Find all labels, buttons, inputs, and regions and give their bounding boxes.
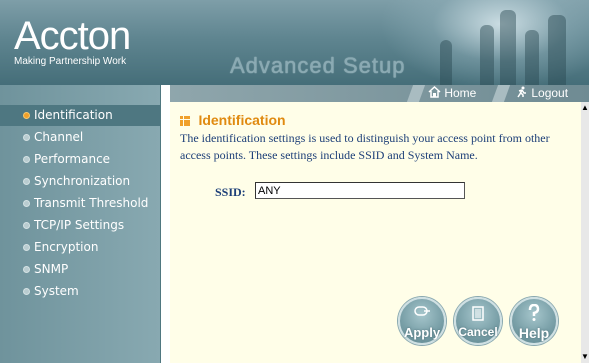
top-toolbar: Home Logout <box>170 85 589 102</box>
bullet-icon <box>23 178 30 185</box>
grid-icon <box>180 116 190 126</box>
sidebar-item-identification[interactable]: Identification <box>0 105 160 126</box>
sidebar-item-system[interactable]: System <box>0 281 160 302</box>
cancel-button[interactable]: Cancel <box>454 297 502 345</box>
brand-name: Accton <box>14 14 131 58</box>
sidebar-item-label: Encryption <box>34 240 99 254</box>
sidebar-item-synchronization[interactable]: Synchronization <box>0 171 160 192</box>
sidebar-item-label: SNMP <box>34 262 69 276</box>
logout-link[interactable]: Logout <box>516 85 568 102</box>
banner-figure <box>500 10 516 85</box>
home-label: Home <box>444 86 477 100</box>
apply-button[interactable]: Apply <box>398 297 446 345</box>
bullet-icon <box>23 222 30 229</box>
banner-figure <box>525 30 539 85</box>
sidebar-item-label: Transmit Threshold <box>34 196 149 210</box>
brand-tagline: Making Partnership Work <box>14 56 127 67</box>
help-label: Help <box>518 325 550 341</box>
sidebar-item-channel[interactable]: Channel <box>0 127 160 148</box>
toolbar-divider <box>491 85 511 102</box>
bullet-icon <box>23 288 30 295</box>
apply-label: Apply <box>403 325 441 340</box>
sidebar-item-encryption[interactable]: Encryption <box>0 237 160 258</box>
cancel-label: Cancel <box>458 325 498 339</box>
sidebar-item-label: Channel <box>34 130 84 144</box>
sidebar-item-label: Performance <box>34 152 111 166</box>
banner-figure <box>548 15 566 85</box>
toolbar-divider <box>406 85 426 102</box>
bullet-icon <box>23 112 30 119</box>
trash-icon <box>472 306 484 321</box>
page-title: Identification <box>198 112 286 128</box>
sidebar-item-label: Synchronization <box>34 174 131 188</box>
sidebar-nav: Identification Channel Performance Synch… <box>0 85 161 363</box>
bullet-icon <box>23 156 30 163</box>
help-button[interactable]: Help <box>510 297 558 345</box>
question-mark-icon <box>528 304 540 321</box>
sidebar-item-transmit-threshold[interactable]: Transmit Threshold <box>0 193 160 214</box>
apply-icon <box>414 306 430 316</box>
bullet-icon <box>23 266 30 273</box>
content-panel: Identification The identification settin… <box>170 102 581 363</box>
home-icon <box>428 85 441 98</box>
page-title-row: Identification <box>180 112 286 130</box>
banner-figure <box>440 40 452 85</box>
running-person-icon <box>517 86 526 98</box>
page-description: The identification settings is used to d… <box>180 131 550 162</box>
bullet-icon <box>23 200 30 207</box>
bullet-icon <box>23 244 30 251</box>
sidebar-item-label: TCP/IP Settings <box>34 218 125 232</box>
sidebar-item-performance[interactable]: Performance <box>0 149 160 170</box>
scroll-down-icon[interactable]: ▼ <box>581 353 589 361</box>
section-title: Advanced Setup <box>230 53 406 78</box>
header-banner: Accton Making Partnership Work Advanced … <box>0 0 589 85</box>
ssid-label: SSID: <box>215 185 246 199</box>
home-link[interactable]: Home <box>428 85 476 102</box>
sidebar-item-label: System <box>34 284 79 298</box>
brand-logo: Accton Making Partnership Work <box>14 14 131 67</box>
sidebar-item-tcp-ip-settings[interactable]: TCP/IP Settings <box>0 215 160 236</box>
sidebar-item-snmp[interactable]: SNMP <box>0 259 160 280</box>
scroll-up-icon[interactable]: ▲ <box>581 104 589 112</box>
bullet-icon <box>23 134 30 141</box>
banner-figure <box>480 25 494 85</box>
logout-label: Logout <box>531 86 569 100</box>
ssid-input[interactable] <box>255 182 465 199</box>
sidebar-item-label: Identification <box>34 108 113 122</box>
vertical-scrollbar[interactable]: ▲ ▼ <box>581 102 589 363</box>
